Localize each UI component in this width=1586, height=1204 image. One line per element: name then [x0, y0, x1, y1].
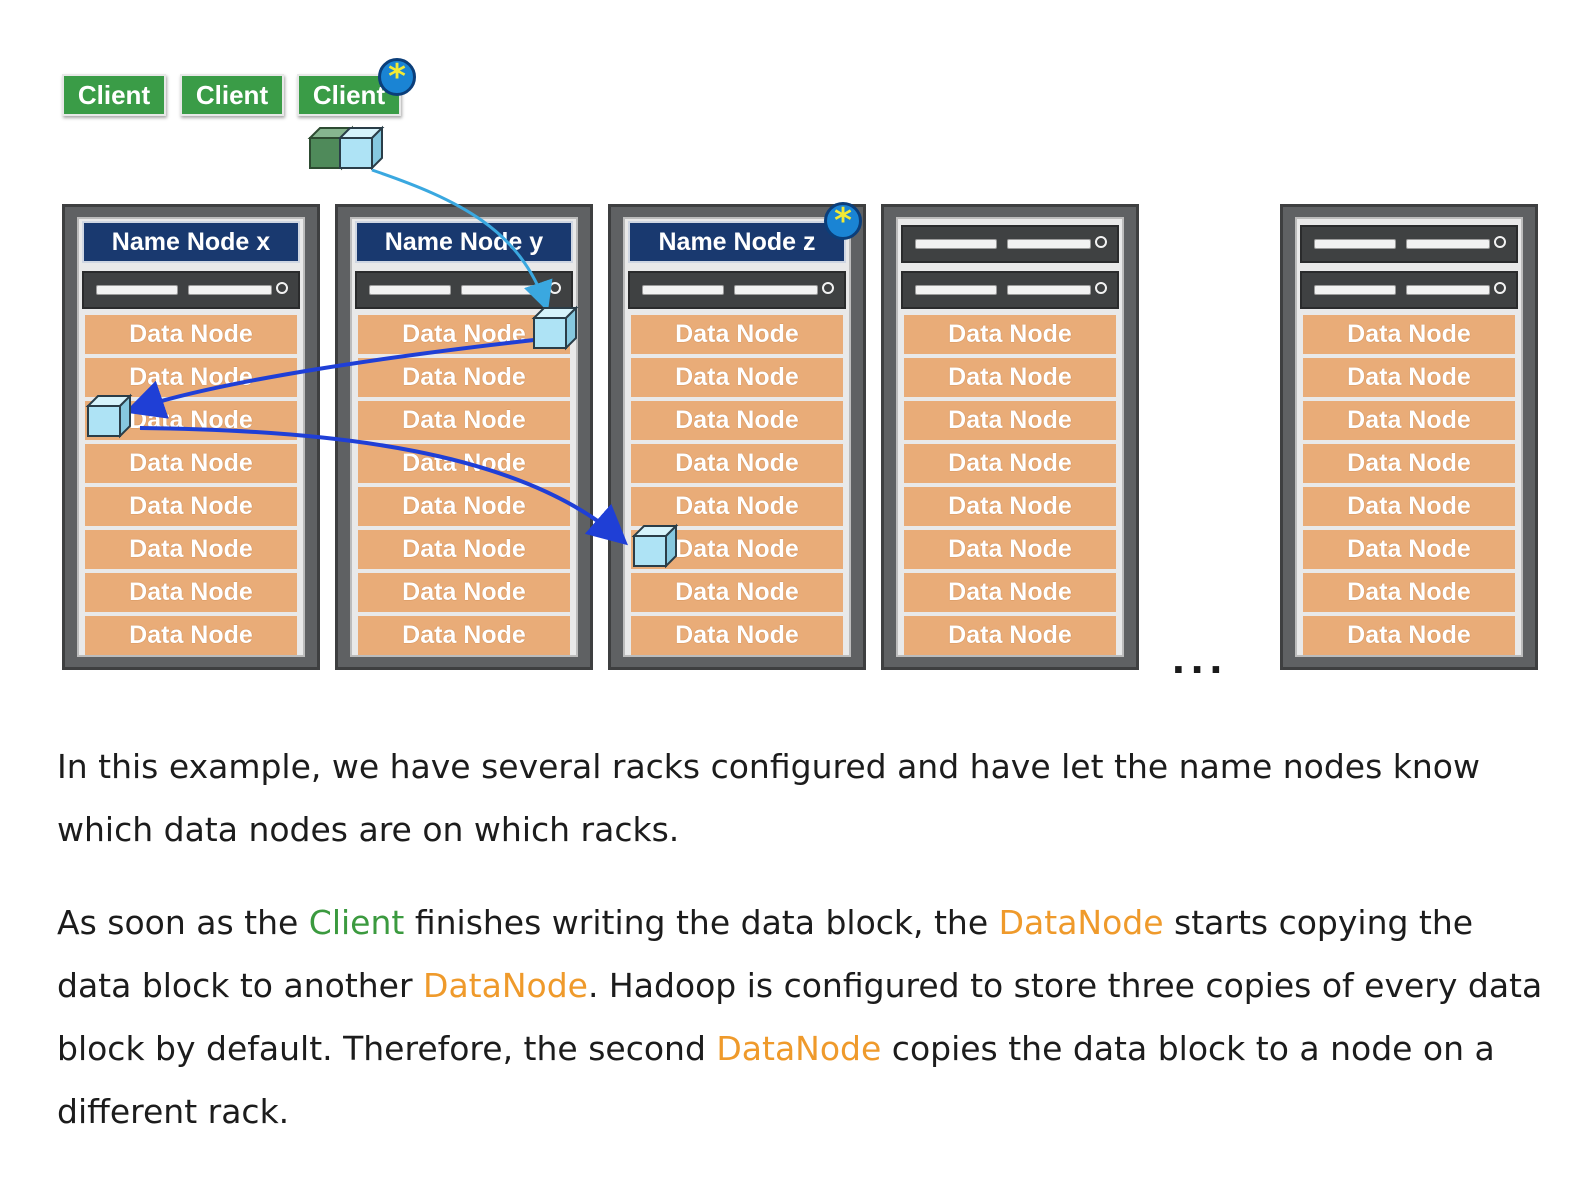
paragraph-replication-explanation: As soon as the Client finishes writing t… [57, 891, 1547, 1143]
replication-overlay [85, 125, 679, 569]
datanode-term: DataNode [998, 903, 1164, 942]
client-term: Client [308, 903, 405, 942]
data-block-icon [631, 523, 679, 569]
replication-arrow-1 [124, 338, 535, 419]
client-write-arrow [371, 168, 553, 312]
datanode-term: DataNode [423, 966, 588, 1005]
data-block-icon [531, 305, 579, 351]
paragraph-racks-explanation: In this example, we have several racks c… [57, 747, 1480, 849]
replication-arrow-2 [139, 426, 629, 546]
client-data-block-icon [307, 125, 385, 171]
hadoop-rack-diagram: Client Client Client * Name Node x Data … [0, 0, 1586, 700]
data-block-icon [85, 393, 133, 439]
text-segment: As soon as the [57, 903, 309, 942]
text-segment: finishes writing the data block, the [404, 903, 999, 942]
datanode-term: DataNode [716, 1029, 882, 1068]
